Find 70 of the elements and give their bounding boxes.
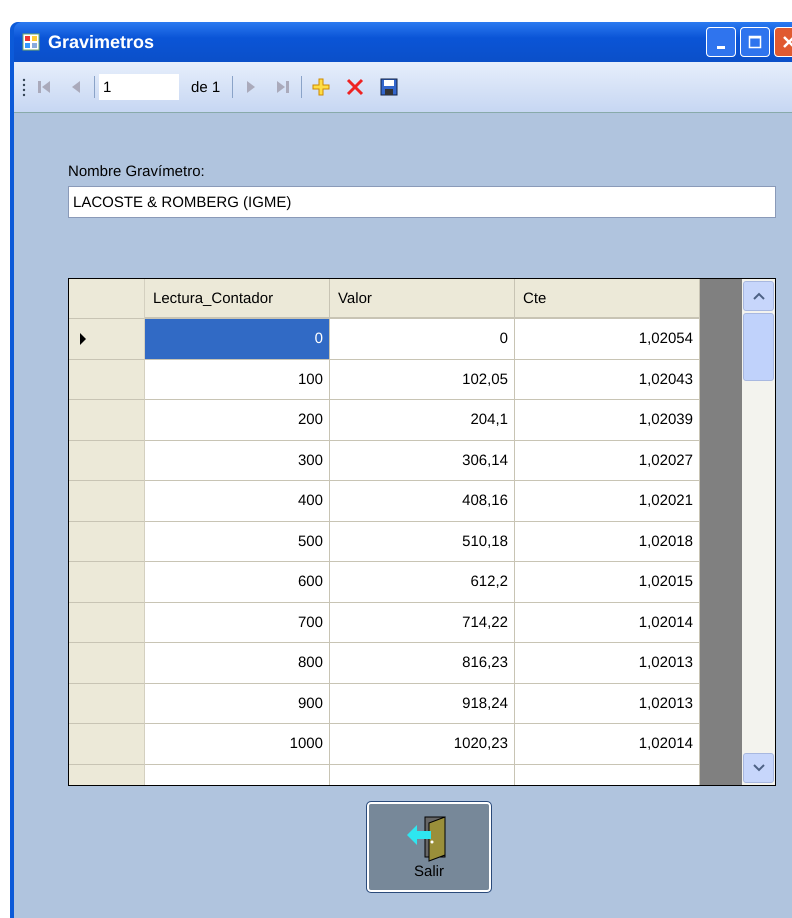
table-cell: 1,02013	[515, 684, 700, 724]
table-cell: 204,1	[330, 400, 515, 440]
table-cell: 1,02021	[515, 481, 700, 522]
plus-icon	[312, 78, 330, 96]
table-cell: 800	[145, 643, 330, 684]
vertical-scrollbar[interactable]	[742, 279, 775, 785]
table-cell: 1,02014	[515, 724, 700, 764]
row-header[interactable]	[69, 400, 145, 440]
minimize-button[interactable]	[706, 27, 736, 57]
scroll-up-button[interactable]	[743, 281, 774, 311]
table-cell: 1,02043	[515, 360, 700, 400]
table-cell: 1,02039	[515, 400, 700, 440]
table-cell: 816,23	[330, 643, 515, 684]
position-field[interactable]: 1	[99, 74, 179, 100]
row-header[interactable]	[69, 360, 145, 400]
scroll-down-button[interactable]	[743, 753, 774, 783]
table-cell: 1,02013	[515, 643, 700, 684]
row-header[interactable]	[69, 481, 145, 522]
table-cell: 1020,23	[330, 724, 515, 764]
table-cell: 400	[145, 481, 330, 522]
app-icon	[22, 33, 40, 51]
table-cell: 500	[145, 522, 330, 562]
table-cell: 1000	[145, 724, 330, 764]
grip-icon	[22, 77, 26, 97]
table-cell: 612,2	[330, 562, 515, 602]
name-field[interactable]: LACOSTE & ROMBERG (IGME)	[68, 186, 776, 218]
table-cell: 510,18	[330, 522, 515, 562]
first-icon	[36, 79, 52, 95]
row-header[interactable]	[69, 643, 145, 684]
table-cell: 408,16	[330, 481, 515, 522]
table-cell: 1,02018	[515, 522, 700, 562]
minimize-icon	[717, 46, 725, 48]
table-cell: 1,02014	[515, 602, 700, 643]
table-cell: 714,22	[330, 602, 515, 643]
table-cell: 200	[145, 400, 330, 440]
table-cell: 918,24	[330, 684, 515, 724]
row-header[interactable]	[69, 440, 145, 481]
delete-icon	[346, 78, 364, 96]
table-cell: 306,14	[330, 440, 515, 481]
table-cell: 700	[145, 602, 330, 643]
table-cell: 1,02054	[515, 319, 700, 360]
field-label: Nombre Gravímetro:	[68, 163, 206, 180]
table-cell: 1,02015	[515, 562, 700, 602]
maximize-icon	[748, 35, 762, 49]
table-cell: 1,02027	[515, 440, 700, 481]
save-icon	[380, 78, 398, 96]
record-count: de 1	[190, 78, 222, 96]
scroll-thumb[interactable]	[743, 313, 774, 381]
column-header[interactable]: Cte	[515, 279, 700, 319]
column-header[interactable]: Lectura_Contador	[145, 279, 330, 319]
row-header[interactable]	[69, 724, 145, 764]
table-cell: 300	[145, 440, 330, 481]
row-header[interactable]	[69, 684, 145, 724]
table-cell: 0	[145, 319, 330, 360]
table-cell: 900	[145, 684, 330, 724]
row-header[interactable]	[69, 522, 145, 562]
close-icon	[782, 35, 792, 49]
window-title: Gravimetros	[48, 32, 154, 52]
exit-button[interactable]: Salir	[367, 802, 491, 892]
table-cell: 600	[145, 562, 330, 602]
table-cell: 0	[330, 319, 515, 360]
row-header[interactable]	[69, 602, 145, 643]
table-cell: 100	[145, 360, 330, 400]
table-cell: 102,05	[330, 360, 515, 400]
last-icon	[275, 79, 292, 95]
maximize-button[interactable]	[740, 27, 770, 57]
row-header[interactable]	[69, 562, 145, 602]
row-header[interactable]	[69, 764, 145, 785]
column-header[interactable]: Valor	[330, 279, 515, 319]
row-header[interactable]	[69, 319, 145, 360]
